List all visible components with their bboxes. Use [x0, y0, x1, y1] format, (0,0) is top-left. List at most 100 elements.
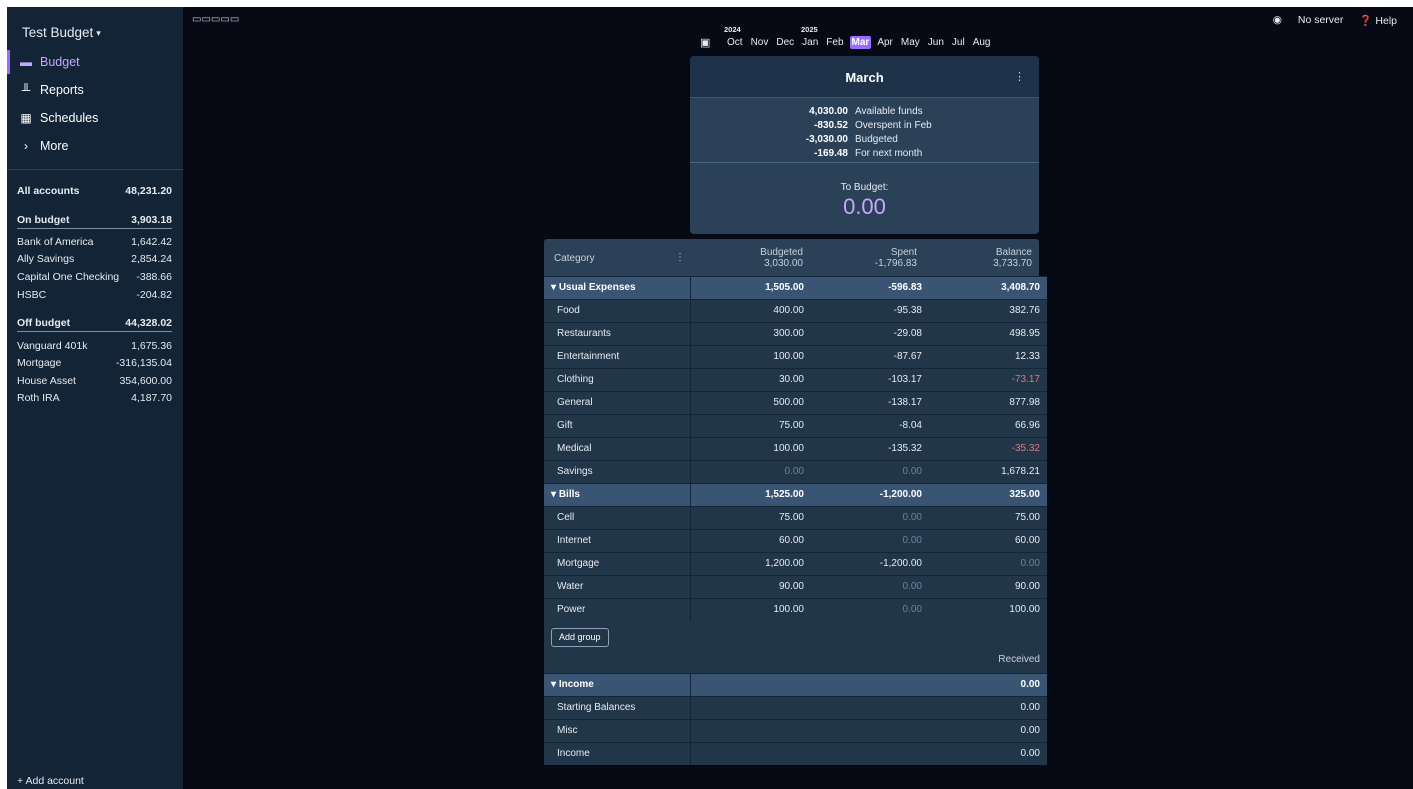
account-row[interactable]: Roth IRA 4,187.70: [17, 392, 172, 404]
view-toggle-icons[interactable]: ▭▭▭▭▭: [192, 14, 239, 25]
month-jul[interactable]: Jul: [950, 36, 967, 49]
spent-cell[interactable]: -8.04: [802, 420, 922, 431]
balance-cell[interactable]: 498.95: [920, 328, 1040, 339]
balance-cell[interactable]: 66.96: [920, 420, 1040, 431]
balance-cell[interactable]: 0.00: [920, 558, 1040, 569]
budgeted-cell[interactable]: 0.00: [684, 466, 804, 477]
budgeted-cell[interactable]: 30.00: [684, 374, 804, 385]
spent-cell[interactable]: -135.32: [802, 443, 922, 454]
group-row[interactable]: ▾ Usual Expenses 1,505.00 -596.83 3,408.…: [544, 276, 1047, 299]
budgeted-cell[interactable]: 1,200.00: [684, 558, 804, 569]
category-name[interactable]: Savings: [557, 466, 593, 477]
spent-cell[interactable]: 0.00: [802, 604, 922, 615]
server-status[interactable]: No server: [1298, 14, 1344, 27]
category-name[interactable]: Income: [557, 748, 590, 759]
month-oct[interactable]: Oct: [725, 36, 745, 49]
budgeted-cell[interactable]: 90.00: [684, 581, 804, 592]
balance-cell[interactable]: 60.00: [920, 535, 1040, 546]
balance-cell[interactable]: 90.00: [920, 581, 1040, 592]
account-row[interactable]: Ally Savings 2,854.24: [17, 253, 172, 265]
nav-reports[interactable]: ╨ Reports: [7, 77, 183, 103]
balance-cell[interactable]: 75.00: [920, 512, 1040, 523]
received-cell[interactable]: 0.00: [920, 725, 1040, 736]
balance-cell[interactable]: 100.00: [920, 604, 1040, 615]
add-account-button[interactable]: + Add account: [17, 775, 84, 787]
spent-cell[interactable]: -87.67: [802, 351, 922, 362]
category-name[interactable]: Restaurants: [557, 328, 611, 339]
month-nov[interactable]: Nov: [749, 36, 771, 49]
kebab-menu-icon[interactable]: ⋮: [1014, 70, 1025, 83]
month-jan[interactable]: Jan: [800, 36, 820, 49]
budgeted-cell[interactable]: 100.00: [684, 443, 804, 454]
all-accounts-row[interactable]: All accounts 48,231.20: [17, 185, 172, 197]
category-name[interactable]: Medical: [557, 443, 591, 454]
month-jun[interactable]: Jun: [926, 36, 946, 49]
balance-cell[interactable]: 877.98: [920, 397, 1040, 408]
calendar-icon[interactable]: ▣: [700, 36, 710, 49]
budgeted-cell[interactable]: 100.00: [684, 351, 804, 362]
spent-cell[interactable]: -1,200.00: [802, 558, 922, 569]
budget-switcher[interactable]: Test Budget ▾: [22, 25, 101, 40]
nav-more[interactable]: › More: [7, 133, 183, 159]
account-row[interactable]: House Asset 354,600.00: [17, 375, 172, 387]
category-name[interactable]: Clothing: [557, 374, 594, 385]
category-name[interactable]: General: [557, 397, 593, 408]
calendar-icon[interactable]: ▭: [201, 14, 210, 25]
help-button[interactable]: ❓ Help: [1359, 14, 1397, 27]
calendar-icon[interactable]: ▭: [220, 14, 229, 25]
account-row[interactable]: Capital One Checking -388.66: [17, 271, 172, 283]
account-row[interactable]: Mortgage -316,135.04: [17, 357, 172, 369]
off-budget-row[interactable]: Off budget 44,328.02: [17, 317, 172, 332]
category-name[interactable]: Power: [557, 604, 585, 615]
budgeted-cell[interactable]: 75.00: [684, 420, 804, 431]
add-group-button[interactable]: Add group: [551, 628, 609, 647]
budgeted-cell[interactable]: 100.00: [684, 604, 804, 615]
budgeted-cell[interactable]: 400.00: [684, 305, 804, 316]
received-cell[interactable]: 0.00: [920, 748, 1040, 759]
category-name[interactable]: Gift: [557, 420, 573, 431]
budgeted-cell[interactable]: 75.00: [684, 512, 804, 523]
budgeted-cell[interactable]: 60.00: [684, 535, 804, 546]
balance-cell[interactable]: 1,678.21: [920, 466, 1040, 477]
month-may[interactable]: May: [899, 36, 922, 49]
income-group-row[interactable]: ▾ Income 0.00: [544, 673, 1047, 696]
month-feb[interactable]: Feb: [824, 36, 845, 49]
balance-cell[interactable]: -35.32: [920, 443, 1040, 454]
to-budget-value[interactable]: 0.00: [690, 194, 1039, 220]
month-apr[interactable]: Apr: [875, 36, 895, 49]
account-row[interactable]: HSBC -204.82: [17, 289, 172, 301]
category-name[interactable]: Starting Balances: [557, 702, 635, 713]
on-budget-row[interactable]: On budget 3,903.18: [17, 214, 172, 229]
nav-schedules[interactable]: ▦ Schedules: [7, 105, 183, 131]
spent-cell[interactable]: -138.17: [802, 397, 922, 408]
calendar-icon[interactable]: ▭: [211, 14, 220, 25]
spent-cell[interactable]: -95.38: [802, 305, 922, 316]
category-name[interactable]: Entertainment: [557, 351, 619, 362]
calendar-icon[interactable]: ▭: [230, 14, 239, 25]
category-name[interactable]: Misc: [557, 725, 578, 736]
balance-cell[interactable]: -73.17: [920, 374, 1040, 385]
balance-cell[interactable]: 12.33: [920, 351, 1040, 362]
budgeted-cell[interactable]: 500.00: [684, 397, 804, 408]
privacy-toggle[interactable]: ◉: [1273, 14, 1282, 27]
category-name[interactable]: Food: [557, 305, 580, 316]
nav-budget[interactable]: ▬ Budget: [7, 49, 183, 75]
spent-cell[interactable]: 0.00: [802, 512, 922, 523]
spent-cell[interactable]: 0.00: [802, 535, 922, 546]
category-name[interactable]: Water: [557, 581, 583, 592]
budgeted-cell[interactable]: 300.00: [684, 328, 804, 339]
account-row[interactable]: Bank of America 1,642.42: [17, 236, 172, 248]
received-cell[interactable]: 0.00: [920, 702, 1040, 713]
month-dec[interactable]: Dec: [774, 36, 796, 49]
balance-cell[interactable]: 382.76: [920, 305, 1040, 316]
spent-cell[interactable]: -29.08: [802, 328, 922, 339]
category-name[interactable]: Mortgage: [557, 558, 599, 569]
category-name[interactable]: Cell: [557, 512, 574, 523]
category-name[interactable]: Internet: [557, 535, 591, 546]
month-aug[interactable]: Aug: [971, 36, 993, 49]
spent-cell[interactable]: 0.00: [802, 581, 922, 592]
account-row[interactable]: Vanguard 401k 1,675.36: [17, 340, 172, 352]
spent-cell[interactable]: -103.17: [802, 374, 922, 385]
spent-cell[interactable]: 0.00: [802, 466, 922, 477]
month-mar[interactable]: Mar: [849, 36, 872, 49]
